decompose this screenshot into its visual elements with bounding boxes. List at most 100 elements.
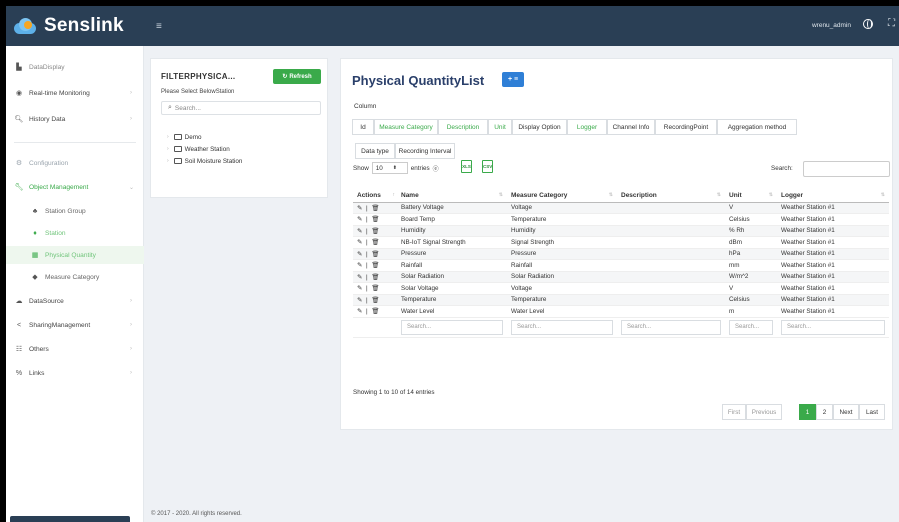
column-toggle-channel-info[interactable]: Channel Info xyxy=(607,119,655,135)
column-toggle-id[interactable]: Id xyxy=(352,119,374,135)
folder-icon xyxy=(173,158,182,164)
sidebar-item-label: Object Management xyxy=(29,183,89,191)
header-unit[interactable]: Unit ⇅ xyxy=(725,190,777,203)
sidebar-item-configuration[interactable]: ⚙ Configuration xyxy=(6,154,144,172)
cell-category: Humidity xyxy=(507,225,617,237)
cell-name: Solar Radiation xyxy=(397,271,507,283)
cell-logger: Weather Station #1 xyxy=(777,271,889,283)
row-actions[interactable]: ✎ | 🗑 xyxy=(353,236,397,249)
pagination-next[interactable]: Next xyxy=(833,404,859,420)
sidebar-item-realtime-monitoring[interactable]: ◉ Real-time Monitoring › xyxy=(6,84,144,102)
globe-icon[interactable] xyxy=(863,18,873,29)
row-actions[interactable]: ✎ | 🗑 xyxy=(353,248,397,260)
sidebar-item-measure-category[interactable]: ◆ Measure Category xyxy=(6,268,144,286)
header-name[interactable]: Name ⇅ xyxy=(397,190,507,203)
row-actions[interactable]: ✎ | 🗑 xyxy=(353,225,397,237)
sidebar-item-datasource[interactable]: ☁ DataSource › xyxy=(6,292,144,310)
pagination-page-1[interactable]: 1 xyxy=(799,404,816,420)
column-toggle-measure-category[interactable]: Measure Category xyxy=(374,119,438,135)
column-toggle-logger[interactable]: Logger xyxy=(567,119,607,135)
map-marker-icon: ♦ xyxy=(33,229,37,237)
table-row: ✎ | 🗑 Solar Radiation Solar Radiation W/m^2… xyxy=(353,271,889,283)
cell-description xyxy=(617,271,725,283)
table-row: ✎ | 🗑 Rainfall Rainfall mm Weather Station #… xyxy=(353,259,889,272)
pagination-first[interactable]: First xyxy=(722,404,746,420)
sidebar-item-sharing-management[interactable]: < SharingManagement › xyxy=(6,316,144,334)
folder-icon xyxy=(173,134,182,140)
cell-category: Signal Strength xyxy=(507,236,617,249)
chevron-right-icon: › xyxy=(130,370,132,376)
export-csv-icon[interactable]: CSV xyxy=(482,160,493,173)
refresh-button[interactable]: ↻ Refresh xyxy=(273,69,321,84)
hamburger-icon[interactable]: ≡ xyxy=(156,21,162,32)
row-actions[interactable]: ✎ | 🗑 xyxy=(353,202,397,214)
column-toggle-display-option[interactable]: Display Option xyxy=(512,119,567,135)
row-actions[interactable]: ✎ | 🗑 xyxy=(353,271,397,283)
cell-description xyxy=(617,282,725,295)
column-toggle-data-type[interactable]: Data type xyxy=(355,143,395,159)
cell-name: Battery Voltage xyxy=(397,202,507,214)
chevron-right-icon: › xyxy=(130,346,132,352)
column-filter-input[interactable]: Search... xyxy=(621,319,721,335)
header-description[interactable]: Description ⇅ xyxy=(617,190,725,203)
sliders-icon: ☷ xyxy=(15,346,23,353)
sidebar-item-station[interactable]: ♦ Station xyxy=(6,224,144,242)
row-actions[interactable]: ✎ | 🗑 xyxy=(353,282,397,295)
eye-icon: ◉ xyxy=(15,90,23,97)
column-filter-input[interactable]: Search... xyxy=(781,319,885,335)
expand-icon[interactable]: ⛶ xyxy=(888,18,895,29)
sidebar-item-station-group[interactable]: ♣ Station Group xyxy=(6,202,144,220)
tree-node-weather-station[interactable]: › Weather Station xyxy=(167,144,230,154)
row-actions[interactable]: ✎ | 🗑 xyxy=(353,259,397,272)
brand-logo[interactable]: Senslink xyxy=(14,6,136,46)
show-label: Show xyxy=(353,164,369,172)
row-actions[interactable]: ✎ | 🗑 xyxy=(353,213,397,226)
header-logger[interactable]: Logger ⇅ xyxy=(777,190,889,203)
cell-name: Water Level xyxy=(397,305,507,318)
column-toggle-recording-interval[interactable]: Recording Interval xyxy=(395,143,455,159)
sidebar-bottom-bar xyxy=(10,516,130,522)
column-filter-input[interactable]: Search... xyxy=(401,319,503,335)
column-toggle-unit[interactable]: Unit xyxy=(488,119,512,135)
user-name[interactable]: wrenu_admin xyxy=(812,22,851,29)
column-filter-input[interactable]: Search... xyxy=(511,319,613,335)
sidebar-item-links[interactable]: % Links › xyxy=(6,364,144,382)
table-row: ✎ | 🗑 Humidity Humidity% Rh Weather Station… xyxy=(353,225,889,237)
tree-node-demo[interactable]: › Demo xyxy=(167,132,201,142)
row-actions[interactable]: ✎ | 🗑 xyxy=(353,294,397,306)
export-excel-icon[interactable]: XLS xyxy=(461,160,472,173)
header-actions[interactable]: Actions ↑ xyxy=(353,190,397,203)
cell-unit: hPa xyxy=(725,248,777,260)
sidebar-item-object-management[interactable]: 🔧︎ Object Management ⌄ xyxy=(6,178,144,196)
tag-icon: ◆ xyxy=(32,274,38,281)
sidebar-item-datadisplay[interactable]: ▙ DataDisplay xyxy=(6,58,144,76)
cell-unit: Celsius xyxy=(725,294,777,306)
page-size-select[interactable]: 10 ⬍ xyxy=(371,162,408,174)
help-icon: ⓔ xyxy=(432,166,439,173)
pagination-last[interactable]: Last xyxy=(859,404,885,420)
tree-node-soil-moisture-station[interactable]: › Soil Moisture Station xyxy=(167,156,242,166)
sidebar-item-others[interactable]: ☷ Others › xyxy=(6,340,144,358)
column-toggle-recording-point[interactable]: RecordingPoint xyxy=(655,119,717,135)
station-search-input[interactable]: ⌕ Search... xyxy=(161,101,321,115)
cell-category: Temperature xyxy=(507,213,617,226)
pagination-previous[interactable]: Previous xyxy=(746,404,782,420)
column-toggle-aggregation-method[interactable]: Aggregation method xyxy=(717,119,797,135)
column-toggle-description[interactable]: Description xyxy=(438,119,488,135)
physical-quantity-table: Actions ↑ Name ⇅ Measure Category ⇅ Descrip… xyxy=(353,190,889,338)
cell-description xyxy=(617,202,725,214)
add-button[interactable]: + ≡ xyxy=(502,72,524,87)
cell-description xyxy=(617,305,725,318)
cell-description xyxy=(617,294,725,306)
sidebar-item-history-data[interactable]: 🔍︎ History Data › xyxy=(6,110,144,128)
column-filter-input[interactable]: Search... xyxy=(729,319,773,335)
wrench-icon: 🔧︎ xyxy=(14,184,24,191)
pagination-page-2[interactable]: 2 xyxy=(816,404,833,420)
row-actions[interactable]: ✎ | 🗑 xyxy=(353,305,397,318)
tree-node-label: Soil Moisture Station xyxy=(184,157,243,165)
table-header-row: Actions ↑ Name ⇅ Measure Category ⇅ Descrip… xyxy=(353,190,889,203)
table-search-input[interactable] xyxy=(803,161,890,177)
sidebar-item-physical-quantity[interactable]: ▦ Physical Quantity xyxy=(6,246,144,264)
header-measure-category[interactable]: Measure Category ⇅ xyxy=(507,190,617,203)
cell-category: Water Level xyxy=(507,305,617,318)
